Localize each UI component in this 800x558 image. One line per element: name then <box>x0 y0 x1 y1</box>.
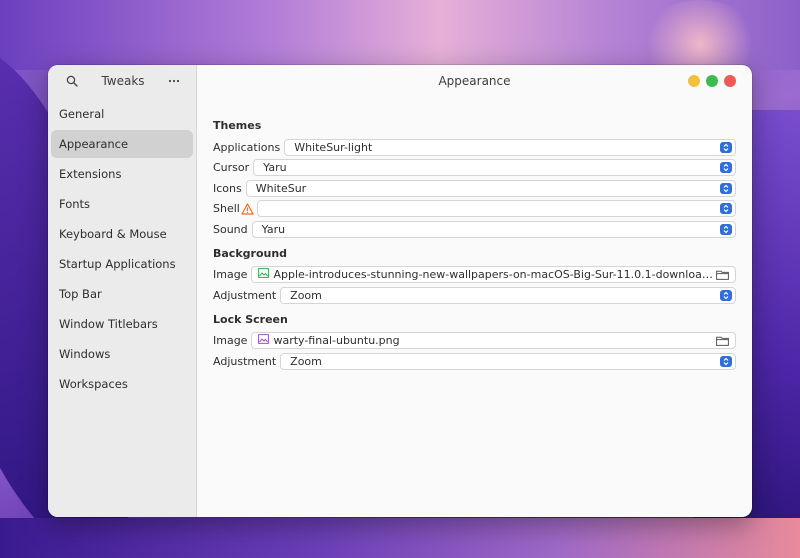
image-file-icon <box>258 268 270 281</box>
applications-value: WhiteSur-light <box>294 140 373 154</box>
chevron-updown-icon <box>720 203 732 214</box>
cursor-combo[interactable]: Yaru <box>253 159 736 176</box>
sound-row: Sound Yaru <box>213 220 736 238</box>
icons-row: Icons WhiteSur <box>213 179 736 197</box>
folder-icon[interactable] <box>716 336 729 348</box>
background-adjustment-value: Zoom <box>290 288 322 302</box>
lockscreen-adjustment-combo[interactable]: Zoom <box>280 352 736 370</box>
chevron-updown-icon <box>720 223 732 235</box>
cursor-value: Yaru <box>263 161 287 174</box>
wallpaper-bottom-band <box>0 518 800 558</box>
applications-combo[interactable]: WhiteSur-light <box>284 138 736 156</box>
sidebar-item-windows[interactable]: Windows <box>51 340 193 368</box>
sidebar-item-workspaces[interactable]: Workspaces <box>51 370 193 398</box>
warning-icon <box>241 202 254 215</box>
tweaks-window: Tweaks General Appearance Extensions Fon… <box>48 65 752 517</box>
icons-combo[interactable]: WhiteSur <box>245 179 736 197</box>
lockscreen-adjustment-value: Zoom <box>290 354 322 368</box>
sidebar-item-window-titlebars[interactable]: Window Titlebars <box>51 310 193 338</box>
sidebar-item-appearance[interactable]: Appearance <box>51 130 193 158</box>
sidebar-item-general[interactable]: General <box>51 100 193 128</box>
applications-label: Applications <box>213 140 281 154</box>
background-image-row: Image Apple-introduces-stunning-new-wall… <box>213 266 736 284</box>
sidebar-item-fonts[interactable]: Fonts <box>51 190 193 218</box>
lockscreen-heading: Lock Screen <box>213 312 288 326</box>
background-heading: Background <box>213 246 288 260</box>
sidebar: Tweaks General Appearance Extensions Fon… <box>48 65 197 517</box>
sidebar-item-top-bar[interactable]: Top Bar <box>51 280 193 308</box>
chevron-updown-icon <box>720 182 732 194</box>
background-adjustment-combo[interactable]: Zoom <box>280 286 736 304</box>
lockscreen-adjustment-row: Adjustment Zoom <box>213 352 736 370</box>
chevron-updown-icon <box>720 141 732 153</box>
main-header: Appearance <box>197 65 752 97</box>
background-adjustment-label: Adjustment <box>213 288 277 302</box>
sidebar-item-startup-applications[interactable]: Startup Applications <box>51 250 193 278</box>
icons-value: WhiteSur <box>255 181 307 195</box>
sidebar-item-keyboard-mouse[interactable]: Keyboard & Mouse <box>51 220 193 248</box>
lockscreen-image-label: Image <box>213 334 248 347</box>
lockscreen-adjustment-label: Adjustment <box>213 354 277 368</box>
main-panel: Appearance Themes Applications WhiteSur-… <box>197 65 752 517</box>
lockscreen-image-chooser[interactable]: warty-final-ubuntu.png <box>251 332 736 349</box>
icons-label: Icons <box>213 181 242 195</box>
appearance-content: Themes Applications WhiteSur-light Curso… <box>197 97 752 373</box>
window-controls <box>688 75 736 87</box>
image-file-icon <box>258 334 270 347</box>
themes-heading: Themes <box>213 119 262 132</box>
sidebar-title: Tweaks <box>101 74 145 88</box>
search-icon[interactable] <box>64 73 80 89</box>
shell-row: Shell <box>213 200 736 218</box>
close-button[interactable] <box>724 75 736 87</box>
applications-row: Applications WhiteSur-light <box>213 138 736 156</box>
lockscreen-image-filename: warty-final-ubuntu.png <box>273 334 400 347</box>
chevron-updown-icon <box>720 162 732 173</box>
maximize-button[interactable] <box>706 75 718 87</box>
sound-label: Sound <box>213 222 248 236</box>
sidebar-item-extensions[interactable]: Extensions <box>51 160 193 188</box>
lockscreen-image-row: Image warty-final-ubuntu.png <box>213 332 736 350</box>
background-image-label: Image <box>213 268 248 281</box>
minimize-button[interactable] <box>688 75 700 87</box>
more-options-icon[interactable] <box>166 73 182 89</box>
background-image-chooser[interactable]: Apple-introduces-stunning-new-wallpapers… <box>251 266 736 283</box>
sound-combo[interactable]: Yaru <box>251 220 736 238</box>
sidebar-list: General Appearance Extensions Fonts Keyb… <box>48 98 196 400</box>
folder-icon[interactable] <box>716 270 729 282</box>
background-image-filename: Apple-introduces-stunning-new-wallpapers… <box>273 268 713 281</box>
chevron-updown-icon <box>720 289 732 301</box>
cursor-row: Cursor Yaru <box>213 159 736 177</box>
chevron-updown-icon <box>720 355 732 367</box>
page-title: Appearance <box>438 74 511 88</box>
shell-combo[interactable] <box>256 200 736 217</box>
cursor-label: Cursor <box>213 161 250 174</box>
shell-label: Shell <box>213 202 240 215</box>
background-adjustment-row: Adjustment Zoom <box>213 286 736 304</box>
sound-value: Yaru <box>261 222 286 236</box>
sidebar-header: Tweaks <box>48 65 196 97</box>
